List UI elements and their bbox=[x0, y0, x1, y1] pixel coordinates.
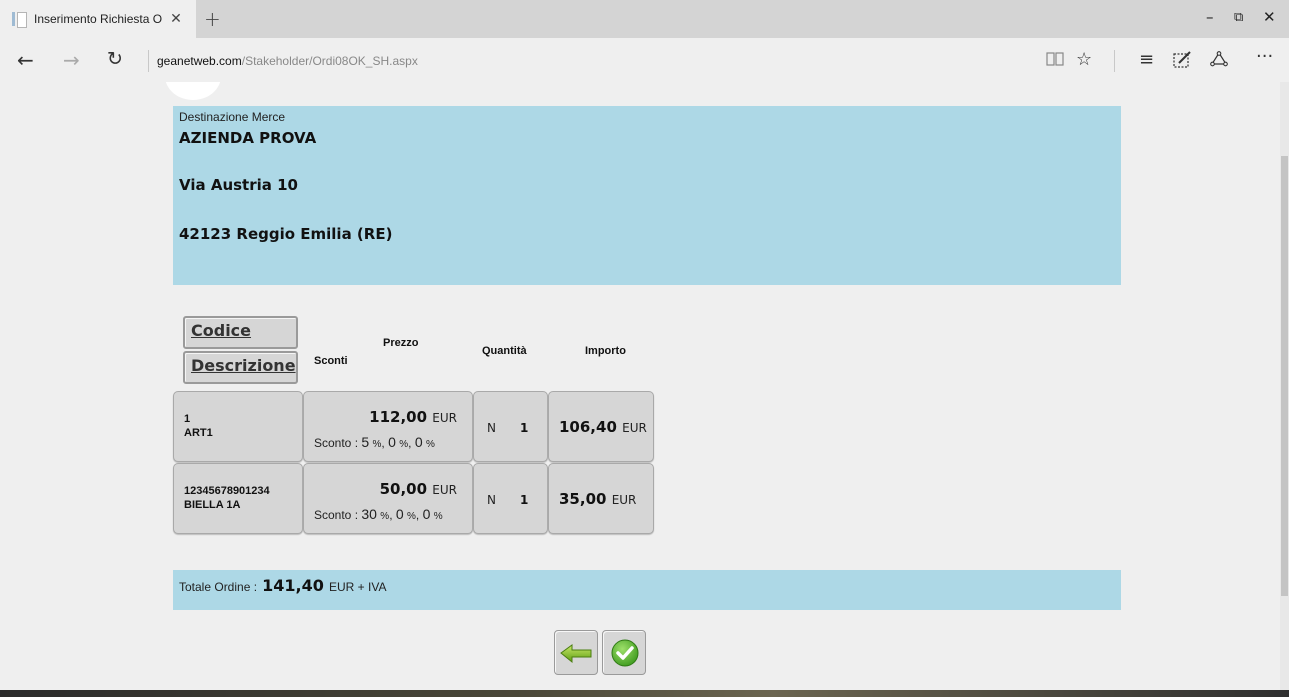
quantity-cell: N 1 bbox=[473, 391, 548, 462]
url-path: /Stakeholder/Ordi08OK_SH.aspx bbox=[241, 54, 418, 68]
tab-title: Inserimento Richiesta O bbox=[34, 12, 163, 26]
amount-cell: 106,40 EUR bbox=[548, 391, 654, 462]
tab-close-icon[interactable]: ✕ bbox=[170, 11, 182, 27]
back-icon[interactable]: ← bbox=[17, 48, 34, 72]
hub-icon[interactable]: ≡ bbox=[1139, 49, 1154, 70]
price-header: Prezzo bbox=[383, 337, 419, 349]
navigation-bar: ← → ↻ geanetweb.com/Stakeholder/Ordi08OK… bbox=[0, 38, 1289, 82]
price-value: 112,00 bbox=[369, 408, 428, 426]
item-amount: 106,40 EUR bbox=[559, 418, 647, 436]
favorite-star-icon[interactable]: ☆ bbox=[1076, 49, 1092, 70]
destination-panel: Destinazione Merce AZIENDA PROVA Via Aus… bbox=[173, 106, 1121, 285]
amount-cell: 35,00 EUR bbox=[548, 463, 654, 534]
discount-2: 0 bbox=[395, 506, 404, 522]
item-discounts: Sconto : 30 %, 0 %, 0 % bbox=[314, 506, 443, 522]
toolbar-divider bbox=[1114, 50, 1115, 72]
new-tab-icon[interactable]: + bbox=[204, 7, 221, 31]
sort-by-description-button[interactable]: Descrizione bbox=[183, 351, 298, 384]
back-button[interactable] bbox=[554, 630, 598, 675]
item-price: 50,00 EUR bbox=[380, 480, 457, 498]
discount-label: Sconto : bbox=[314, 436, 359, 450]
web-note-icon[interactable] bbox=[1173, 51, 1193, 74]
item-price: 112,00 EUR bbox=[369, 408, 457, 426]
sort-by-code-button[interactable]: Codice bbox=[183, 316, 298, 349]
amount-currency: EUR bbox=[622, 421, 647, 435]
tab-bar: Inserimento Richiesta O ✕ + – ⧉ ✕ bbox=[0, 0, 1289, 38]
close-window-icon[interactable]: ✕ bbox=[1263, 8, 1276, 26]
quantity-unit: N bbox=[487, 493, 496, 507]
item-discounts: Sconto : 5 %, 0 %, 0 % bbox=[314, 434, 435, 450]
discount-3: 0 bbox=[414, 434, 423, 450]
destination-city: 42123 Reggio Emilia (RE) bbox=[179, 225, 393, 243]
scrollbar-thumb[interactable] bbox=[1281, 156, 1288, 596]
reading-view-icon[interactable] bbox=[1046, 51, 1064, 72]
quantity-cell: N 1 bbox=[473, 463, 548, 534]
confirm-button[interactable] bbox=[602, 630, 646, 675]
price-value: 50,00 bbox=[379, 480, 428, 498]
logo-circle bbox=[165, 82, 221, 100]
destination-label: Destinazione Merce bbox=[179, 110, 286, 124]
discounts-header: Sconti bbox=[314, 355, 348, 367]
discount-1: 5 bbox=[361, 434, 370, 450]
amount-value: 106,40 bbox=[559, 418, 617, 436]
quantity-unit: N bbox=[487, 421, 496, 435]
quantity-header: Quantità bbox=[482, 345, 527, 357]
item-description: BIELLA 1A bbox=[184, 499, 241, 511]
vertical-scrollbar[interactable] bbox=[1280, 82, 1289, 690]
discount-3: 0 bbox=[422, 506, 431, 522]
amount-currency: EUR bbox=[611, 493, 637, 507]
amount-value: 35,00 bbox=[559, 490, 607, 508]
confirm-check-icon bbox=[611, 639, 639, 667]
minimize-icon[interactable]: – bbox=[1206, 8, 1214, 26]
forward-icon[interactable]: → bbox=[63, 48, 80, 72]
refresh-icon[interactable]: ↻ bbox=[107, 48, 123, 70]
more-icon[interactable]: ··· bbox=[1256, 46, 1273, 67]
total-label: Totale Ordine : bbox=[179, 580, 258, 594]
quantity-value: 1 bbox=[520, 493, 529, 507]
price-cell: 50,00 EUR Sconto : 30 %, 0 %, 0 % bbox=[303, 463, 473, 534]
code-cell: 12345678901234 BIELLA 1A bbox=[173, 463, 303, 534]
total-suffix: EUR + IVA bbox=[328, 580, 387, 594]
destination-street: Via Austria 10 bbox=[179, 176, 298, 194]
restore-icon[interactable]: ⧉ bbox=[1234, 10, 1243, 25]
price-cell: 112,00 EUR Sconto : 5 %, 0 %, 0 % bbox=[303, 391, 473, 462]
code-cell: 1 ART1 bbox=[173, 391, 303, 462]
back-arrow-icon bbox=[560, 644, 592, 664]
item-code: 12345678901234 bbox=[184, 485, 270, 497]
share-icon[interactable] bbox=[1210, 51, 1228, 74]
item-amount: 35,00 EUR bbox=[559, 490, 636, 508]
price-currency: EUR bbox=[432, 483, 457, 497]
page-content: Destinazione Merce AZIENDA PROVA Via Aus… bbox=[0, 82, 1280, 690]
order-total-panel: Totale Ordine : 141,40 EUR + IVA bbox=[173, 570, 1121, 610]
quantity-value: 1 bbox=[520, 421, 529, 435]
address-bar[interactable]: geanetweb.com/Stakeholder/Ordi08OK_SH.as… bbox=[148, 50, 418, 72]
amount-header: Importo bbox=[585, 345, 626, 357]
item-code: 1 bbox=[184, 413, 191, 425]
taskbar-strip bbox=[0, 690, 1289, 697]
price-currency: EUR bbox=[432, 411, 457, 425]
destination-company: AZIENDA PROVA bbox=[179, 129, 317, 147]
page-favicon-icon bbox=[12, 11, 27, 28]
item-description: ART1 bbox=[184, 427, 213, 439]
browser-tab[interactable]: Inserimento Richiesta O ✕ bbox=[0, 0, 196, 38]
url-domain: geanetweb.com bbox=[157, 54, 242, 68]
total-value: 141,40 bbox=[262, 576, 324, 595]
discount-2: 0 bbox=[388, 434, 396, 450]
discount-1: 30 bbox=[361, 506, 377, 522]
discount-label: Sconto : bbox=[314, 508, 359, 522]
